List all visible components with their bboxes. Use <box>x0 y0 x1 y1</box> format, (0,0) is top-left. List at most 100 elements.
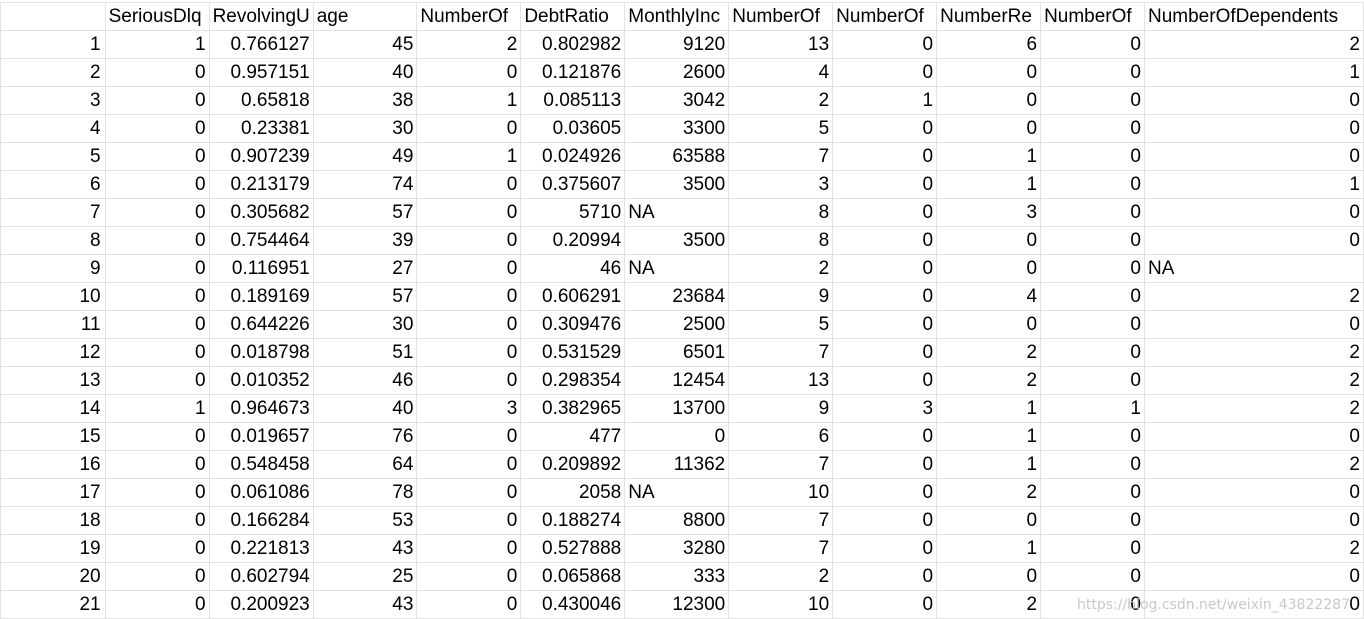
data-cell[interactable]: 30 <box>312 310 418 339</box>
data-cell[interactable]: 25 <box>312 562 418 591</box>
column-header-cell[interactable]: age <box>312 2 418 31</box>
data-cell[interactable]: 2 <box>936 366 1042 395</box>
data-cell[interactable]: 0 <box>936 226 1042 255</box>
data-cell[interactable]: 6 <box>728 422 834 451</box>
data-cell[interactable]: 1 <box>416 86 522 115</box>
row-label-cell[interactable]: 21 <box>0 590 106 619</box>
data-cell[interactable]: 0 <box>104 86 210 115</box>
data-cell[interactable]: 0.602794 <box>208 562 314 591</box>
data-cell[interactable]: 0.527888 <box>520 534 626 563</box>
row-label-cell[interactable]: 16 <box>0 450 106 479</box>
data-cell[interactable]: 46 <box>520 254 626 283</box>
data-cell[interactable]: 0.166284 <box>208 506 314 535</box>
data-cell[interactable]: 0.03605 <box>520 114 626 143</box>
data-cell[interactable]: 43 <box>312 534 418 563</box>
data-cell[interactable]: 7 <box>728 338 834 367</box>
data-cell[interactable]: 0 <box>1040 422 1145 451</box>
data-cell[interactable]: 0 <box>832 534 938 563</box>
data-cell[interactable]: 0 <box>416 534 522 563</box>
data-cell[interactable]: 0 <box>416 170 522 199</box>
data-cell[interactable]: 0 <box>1040 58 1145 87</box>
row-label-cell[interactable]: 20 <box>0 562 106 591</box>
data-cell[interactable]: 1 <box>1144 58 1364 87</box>
data-cell[interactable]: 0 <box>1144 86 1364 115</box>
data-cell[interactable]: 0.116951 <box>208 254 314 283</box>
data-cell[interactable]: 0.188274 <box>520 506 626 535</box>
column-header-cell[interactable]: NumberOf <box>728 2 834 31</box>
data-cell[interactable]: 5 <box>728 310 834 339</box>
data-cell[interactable]: 12300 <box>624 590 730 619</box>
data-cell[interactable]: 1 <box>104 30 210 59</box>
data-cell[interactable]: 0 <box>832 590 938 619</box>
data-cell[interactable]: 46 <box>312 366 418 395</box>
data-cell[interactable]: 0 <box>1144 226 1364 255</box>
data-cell[interactable]: 10 <box>728 478 834 507</box>
data-cell[interactable]: 0 <box>832 562 938 591</box>
data-cell[interactable]: 0 <box>1040 534 1145 563</box>
data-cell[interactable]: 1 <box>936 450 1042 479</box>
data-cell[interactable]: 1 <box>416 142 522 171</box>
data-cell[interactable]: NA <box>624 254 730 283</box>
data-cell[interactable]: 0 <box>104 310 210 339</box>
data-cell[interactable]: 0 <box>416 198 522 227</box>
data-cell[interactable]: 0 <box>1040 254 1145 283</box>
data-cell[interactable]: NA <box>1144 254 1364 283</box>
data-cell[interactable]: 3 <box>416 394 522 423</box>
data-cell[interactable]: 0 <box>1040 450 1145 479</box>
data-cell[interactable]: 0 <box>832 254 938 283</box>
data-cell[interactable]: 0 <box>832 506 938 535</box>
data-cell[interactable]: 0.298354 <box>520 366 626 395</box>
data-cell[interactable]: 0 <box>416 450 522 479</box>
row-label-cell[interactable]: 15 <box>0 422 106 451</box>
data-cell[interactable]: 0 <box>832 478 938 507</box>
data-cell[interactable]: 0.018798 <box>208 338 314 367</box>
data-cell[interactable]: 3 <box>936 198 1042 227</box>
data-cell[interactable]: 0 <box>104 142 210 171</box>
data-cell[interactable]: 0 <box>416 422 522 451</box>
column-header-cell[interactable]: MonthlyInc <box>624 2 730 31</box>
column-header-cell[interactable]: NumberRe <box>936 2 1042 31</box>
data-cell[interactable]: 0 <box>104 590 210 619</box>
data-cell[interactable]: 3300 <box>624 114 730 143</box>
data-cell[interactable]: 8 <box>728 226 834 255</box>
data-cell[interactable]: 2 <box>1144 450 1364 479</box>
data-cell[interactable]: 0.23381 <box>208 114 314 143</box>
data-cell[interactable]: 0 <box>1040 142 1145 171</box>
data-cell[interactable]: 2 <box>728 86 834 115</box>
data-cell[interactable]: 0 <box>832 450 938 479</box>
data-cell[interactable]: 0 <box>416 366 522 395</box>
column-header-cell[interactable]: NumberOf <box>416 2 522 31</box>
row-label-cell[interactable]: 2 <box>0 58 106 87</box>
data-cell[interactable]: 0 <box>936 506 1042 535</box>
data-cell[interactable]: 0 <box>104 366 210 395</box>
data-cell[interactable]: 1 <box>936 422 1042 451</box>
data-cell[interactable]: 1 <box>936 142 1042 171</box>
data-cell[interactable]: 1 <box>104 394 210 423</box>
data-cell[interactable]: 23684 <box>624 282 730 311</box>
data-cell[interactable]: 0.375607 <box>520 170 626 199</box>
data-cell[interactable]: 2 <box>728 562 834 591</box>
data-cell[interactable]: 0 <box>416 114 522 143</box>
data-cell[interactable]: 4 <box>728 58 834 87</box>
data-cell[interactable]: 0 <box>1040 506 1145 535</box>
data-cell[interactable]: 38 <box>312 86 418 115</box>
column-header-cell[interactable]: DebtRatio <box>520 2 626 31</box>
data-cell[interactable]: 39 <box>312 226 418 255</box>
data-cell[interactable]: 0 <box>832 30 938 59</box>
data-cell[interactable]: 40 <box>312 58 418 87</box>
data-cell[interactable]: 0 <box>936 58 1042 87</box>
data-cell[interactable]: 2 <box>1144 282 1364 311</box>
data-cell[interactable]: 0 <box>832 310 938 339</box>
data-cell[interactable]: 3500 <box>624 226 730 255</box>
data-cell[interactable]: 0 <box>416 478 522 507</box>
data-cell[interactable]: 57 <box>312 198 418 227</box>
data-cell[interactable]: 0 <box>832 142 938 171</box>
data-cell[interactable]: 0.121876 <box>520 58 626 87</box>
data-cell[interactable]: 27 <box>312 254 418 283</box>
data-cell[interactable]: 0 <box>416 310 522 339</box>
data-cell[interactable]: 0 <box>1144 506 1364 535</box>
data-cell[interactable]: 0.309476 <box>520 310 626 339</box>
data-cell[interactable]: 2 <box>936 338 1042 367</box>
data-cell[interactable]: 0 <box>1144 562 1364 591</box>
data-cell[interactable]: 3280 <box>624 534 730 563</box>
